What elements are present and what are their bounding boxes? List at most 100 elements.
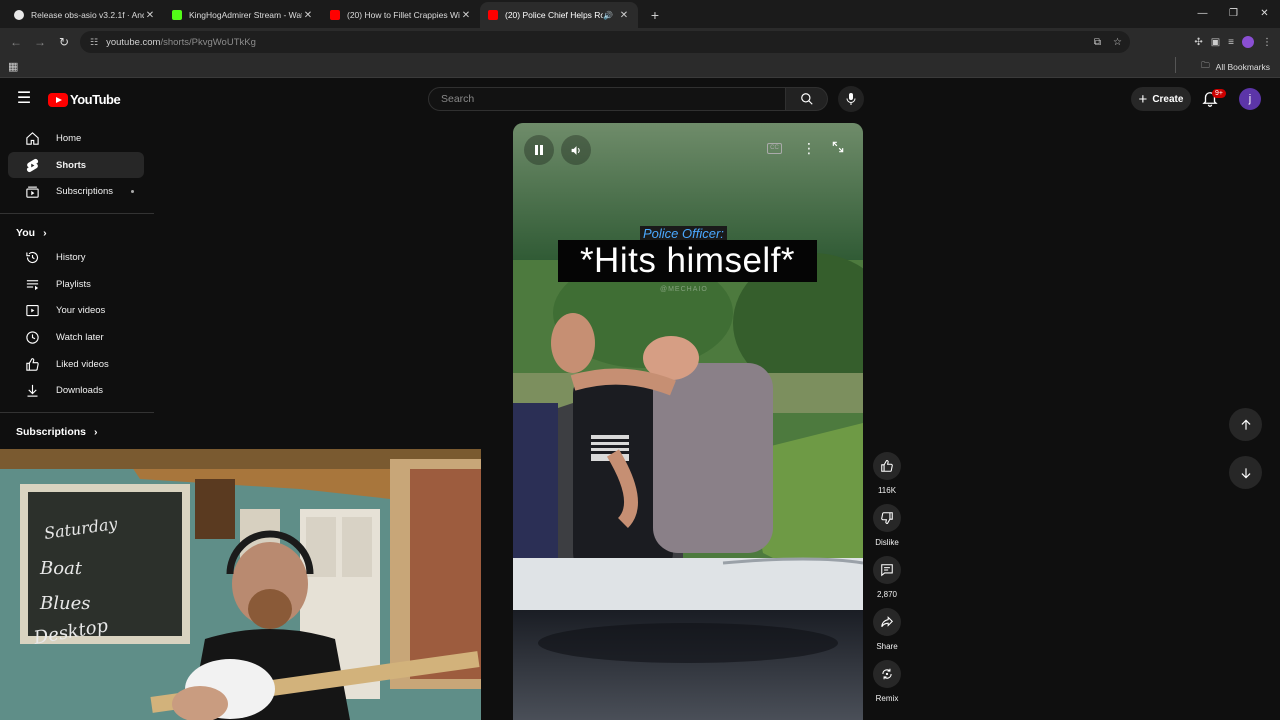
home-icon xyxy=(24,130,40,146)
thumbs-up-icon xyxy=(881,460,893,472)
browser-tab-0[interactable]: Release obs-asio v3.2.1f · Andersama ✕ xyxy=(6,2,164,28)
sidebar-item-watch-later[interactable]: Watch later xyxy=(8,324,144,351)
comments-action: 2,870 xyxy=(870,556,904,599)
sidebar-divider xyxy=(0,213,154,215)
forward-icon[interactable]: → xyxy=(28,35,52,49)
url-path: /shorts/PkvgWoUTkKg xyxy=(160,36,256,48)
webcam-scene: Saturday Boat Blues Desktop xyxy=(0,449,481,720)
previous-short-button[interactable] xyxy=(1229,408,1262,441)
subscriptions-heading-label: Subscriptions xyxy=(16,426,87,439)
sidebar-subscriptions-heading[interactable]: Subscriptions › xyxy=(0,421,154,443)
voice-search-button[interactable] xyxy=(838,86,864,112)
sidebar-item-label: Subscriptions xyxy=(56,186,114,198)
shorts-video-player[interactable]: CC ⋮ Police Officer: *Hits himself* @MEC… xyxy=(513,123,863,720)
bookmark-star-icon[interactable]: ☆ xyxy=(1113,37,1122,48)
folder-icon: 🗀 xyxy=(1201,60,1210,70)
site-info-icon[interactable]: ☷ xyxy=(90,37,98,48)
minimize-icon[interactable]: — xyxy=(1187,0,1218,28)
captions-icon[interactable]: CC xyxy=(767,143,782,154)
browser-tab-2[interactable]: (20) How to Fillet Crappies With ✕ xyxy=(322,2,480,28)
like-button[interactable] xyxy=(873,452,901,480)
sidebar-you-heading[interactable]: You › xyxy=(0,222,154,244)
search-input[interactable]: Search xyxy=(428,87,786,111)
shorts-icon xyxy=(24,157,40,173)
sidebar-item-playlists[interactable]: Playlists xyxy=(8,271,144,298)
sidebar-item-label: Your videos xyxy=(56,305,106,317)
remix-icon xyxy=(882,668,892,680)
tab-audio-icon[interactable]: 🔊 xyxy=(603,11,613,20)
youtube-logo[interactable]: YouTube xyxy=(48,92,121,107)
sidebar-item-liked-videos[interactable]: Liked videos xyxy=(8,351,144,378)
sidebar-item-label: Playlists xyxy=(56,278,91,290)
volume-icon xyxy=(571,145,580,155)
address-bar[interactable]: ☷ youtube.com/shorts/PkvgWoUTkKg ⧉ ☆ xyxy=(80,31,1130,53)
fullscreen-icon[interactable] xyxy=(831,140,845,159)
more-options-icon[interactable]: ⋮ xyxy=(802,140,816,157)
sidepanel-icon[interactable]: ▣ xyxy=(1211,37,1220,48)
all-bookmarks-label: All Bookmarks xyxy=(1215,62,1270,72)
remix-button[interactable] xyxy=(873,660,901,688)
new-content-dot xyxy=(131,190,134,194)
dislike-button[interactable] xyxy=(873,504,901,532)
close-tab-icon[interactable]: ✕ xyxy=(302,10,314,21)
close-tab-icon[interactable]: ✕ xyxy=(618,10,630,21)
sidebar-item-home[interactable]: Home xyxy=(8,125,144,152)
profile-icon[interactable] xyxy=(1242,36,1254,48)
youtube-favicon-icon xyxy=(488,10,498,20)
liked-videos-icon xyxy=(24,356,40,372)
all-bookmarks-button[interactable]: 🗀 All Bookmarks xyxy=(1175,57,1270,74)
download-icon xyxy=(24,383,40,399)
remix-label: Remix xyxy=(875,694,899,703)
sidebar-item-label: Downloads xyxy=(56,385,103,397)
tab-title: (20) Police Chief Helps Rookie xyxy=(505,10,604,20)
media-control-icon[interactable]: ≡ xyxy=(1228,37,1234,48)
comment-icon xyxy=(881,564,893,577)
comments-button[interactable] xyxy=(873,556,901,584)
youtube-play-logo-icon xyxy=(48,92,68,107)
remix-action: Remix xyxy=(870,660,904,703)
close-window-icon[interactable]: ✕ xyxy=(1249,0,1280,28)
next-short-button[interactable] xyxy=(1229,456,1262,489)
sidebar-item-your-videos[interactable]: Your videos xyxy=(8,297,144,324)
sidebar-item-history[interactable]: History xyxy=(8,244,144,271)
like-count: 116K xyxy=(877,486,897,495)
sidebar-item-subscriptions[interactable]: Subscriptions xyxy=(8,178,144,205)
youtube-header: ☰ YouTube Search + Create j xyxy=(0,79,1280,119)
create-button[interactable]: + Create xyxy=(1131,87,1191,111)
notification-count-badge: 9+ xyxy=(1212,89,1226,98)
restore-icon[interactable]: ❐ xyxy=(1218,0,1249,28)
history-icon xyxy=(24,249,40,265)
install-app-icon[interactable]: ⧉ xyxy=(1094,37,1101,48)
chrome-menu-icon[interactable]: ⋮ xyxy=(1262,37,1272,48)
apps-grid-icon[interactable]: ▦ xyxy=(8,60,18,73)
pause-button[interactable] xyxy=(524,135,554,165)
avatar[interactable]: j xyxy=(1239,88,1261,110)
video-caption-text: *Hits himself* xyxy=(558,240,817,282)
share-icon xyxy=(881,616,893,627)
sidebar-item-label: Home xyxy=(56,132,82,144)
dislike-label: Dislike xyxy=(875,538,899,547)
webcam-overlay: Saturday Boat Blues Desktop xyxy=(0,449,481,720)
sidebar-item-shorts[interactable]: Shorts xyxy=(8,151,144,179)
new-tab-button[interactable]: + xyxy=(644,4,666,26)
volume-button[interactable] xyxy=(561,135,591,165)
svg-text:Blues: Blues xyxy=(39,593,90,614)
bookmarks-bar: ▦ 🗀 All Bookmarks xyxy=(0,56,1280,78)
chevron-right-icon: › xyxy=(43,227,47,240)
browser-tab-1[interactable]: KingHogAdmirer Stream - Watch ✕ xyxy=(164,2,322,28)
dislike-action: Dislike xyxy=(870,504,904,547)
share-button[interactable] xyxy=(873,608,901,636)
watch-later-icon xyxy=(24,329,40,345)
github-favicon-icon xyxy=(14,10,24,20)
menu-icon[interactable]: ☰ xyxy=(14,89,34,109)
back-icon[interactable]: ← xyxy=(4,35,28,49)
close-tab-icon[interactable]: ✕ xyxy=(460,10,472,21)
browser-tab-3[interactable]: (20) Police Chief Helps Rookie 🔊 ✕ xyxy=(480,2,638,28)
extensions-icon[interactable]: ✣ xyxy=(1194,37,1202,48)
search-button[interactable] xyxy=(786,87,828,111)
sidebar-item-downloads[interactable]: Downloads xyxy=(8,378,144,405)
close-tab-icon[interactable]: ✕ xyxy=(144,10,156,21)
tab-title: (20) How to Fillet Crappies With xyxy=(347,10,460,20)
pause-icon xyxy=(535,145,543,155)
reload-icon[interactable]: ↻ xyxy=(52,35,76,49)
